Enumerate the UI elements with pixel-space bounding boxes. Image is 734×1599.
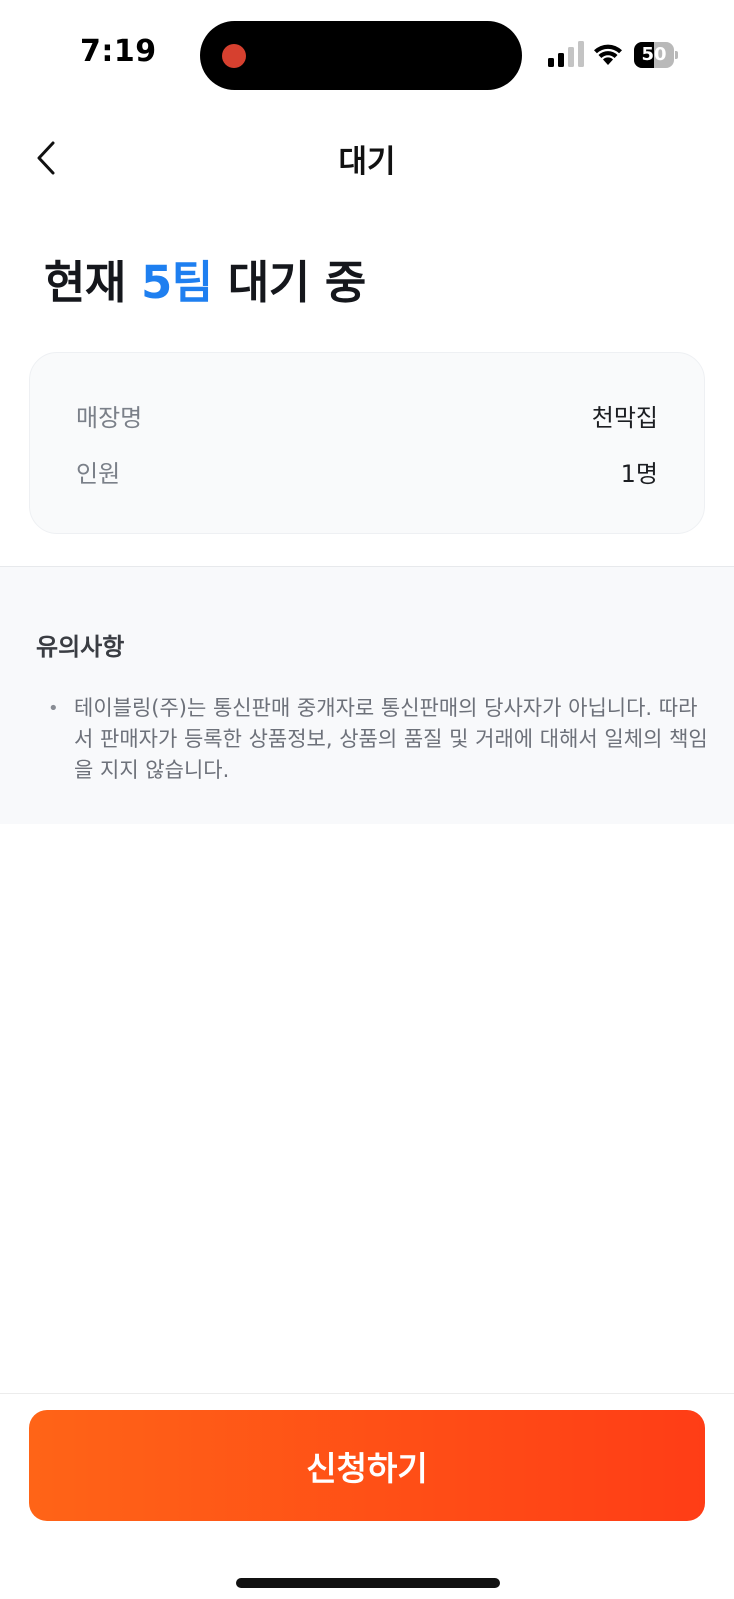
party-size-label: 인원 bbox=[76, 459, 121, 488]
bottom-action-bar: 신청하기 bbox=[0, 1393, 734, 1599]
headline-prefix: 현재 bbox=[44, 256, 141, 309]
battery-body: 50 bbox=[634, 42, 674, 68]
bullet-icon: • bbox=[48, 698, 59, 719]
waiting-headline: 현재 5팀 대기 중 bbox=[44, 246, 366, 311]
notice-section: 유의사항 • 테이블링(주)는 통신판매 중개자로 통신판매의 당사자가 아닙니… bbox=[0, 566, 734, 824]
headline-suffix: 대기 중 bbox=[212, 256, 366, 309]
party-size-value: 1명 bbox=[620, 459, 658, 488]
store-name-label: 매장명 bbox=[76, 403, 143, 432]
apply-button[interactable]: 신청하기 bbox=[29, 1410, 705, 1521]
battery-cap bbox=[675, 51, 678, 59]
page-title: 대기 bbox=[338, 144, 396, 180]
wifi-icon bbox=[594, 44, 622, 65]
screen: 7:19 50 대기 현재 5팀 대기 중 매장명 천막집 인원 1명 유의사항… bbox=[0, 0, 734, 1599]
info-row-party-size: 인원 1명 bbox=[76, 451, 658, 491]
home-indicator[interactable] bbox=[236, 1578, 500, 1588]
cellular-signal-icon bbox=[548, 41, 584, 67]
reservation-info-card: 매장명 천막집 인원 1명 bbox=[29, 352, 705, 534]
recording-indicator-icon bbox=[222, 44, 246, 68]
notice-item: • 테이블링(주)는 통신판매 중개자로 통신판매의 당사자가 아닙니다. 따라… bbox=[48, 693, 708, 786]
notice-title: 유의사항 bbox=[36, 633, 125, 661]
status-time: 7:19 bbox=[80, 34, 157, 69]
info-row-store: 매장명 천막집 bbox=[76, 395, 658, 435]
dynamic-island bbox=[200, 21, 522, 90]
waiting-team-count: 5팀 bbox=[140, 256, 213, 309]
battery-level: 50 bbox=[641, 44, 667, 65]
store-name-value: 천막집 bbox=[591, 403, 658, 432]
notice-text: 테이블링(주)는 통신판매 중개자로 통신판매의 당사자가 아닙니다. 따라서 … bbox=[74, 696, 708, 782]
nav-header: 대기 bbox=[0, 120, 734, 196]
battery-icon: 50 bbox=[634, 42, 678, 68]
status-bar: 7:19 50 bbox=[0, 0, 734, 110]
